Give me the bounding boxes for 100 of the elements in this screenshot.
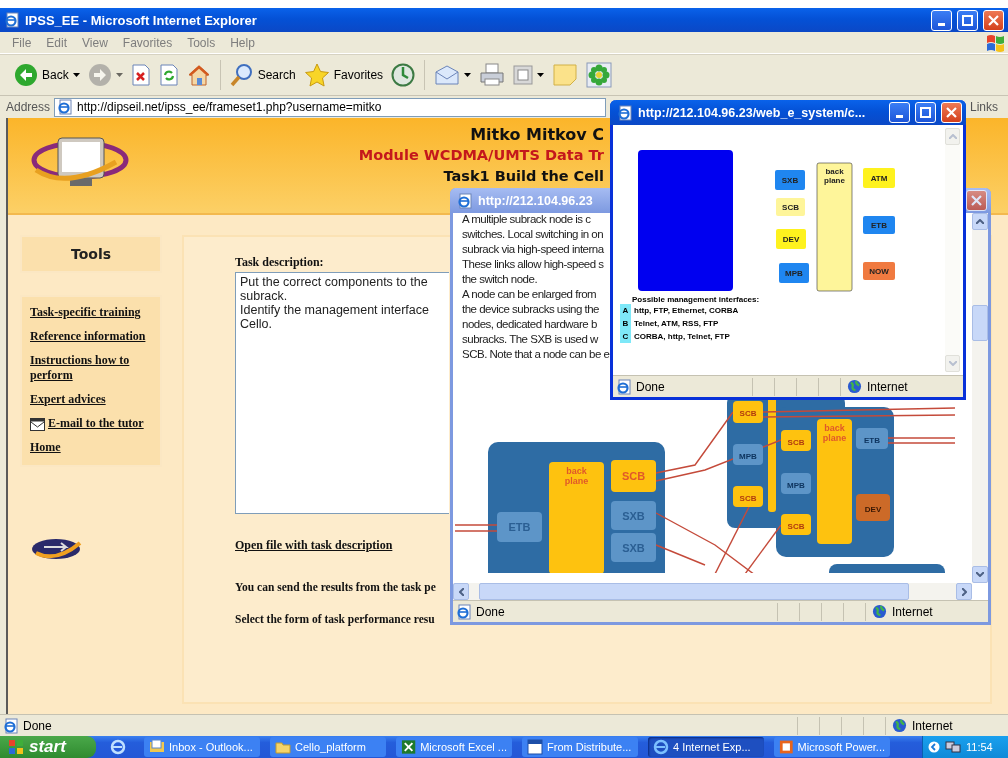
module-block: SCB [611, 460, 656, 492]
component-block[interactable]: ETB [863, 216, 895, 234]
menu-item[interactable]: Favorites [116, 35, 182, 50]
module-block: back plane [817, 419, 852, 544]
module-block: SCB [733, 401, 763, 423]
module-block: MPB [733, 444, 763, 465]
text-line: A multiple subrack node is c [462, 213, 591, 227]
status-text: Done [23, 718, 52, 733]
text-line: These links allow high-speed s [462, 257, 604, 272]
module-title: Module WCDMA/UMTS Data Tr [358, 146, 604, 165]
taskbar-button[interactable]: Microsoft Excel ... [396, 737, 512, 757]
open-file-link[interactable]: Open file with task description [235, 538, 393, 553]
envelope-icon [30, 418, 45, 431]
option-letter[interactable]: B [620, 317, 631, 330]
zone-text: Internet [867, 379, 908, 394]
search-button[interactable]: Search [227, 59, 298, 91]
page-icon [456, 603, 472, 620]
close-icon [988, 14, 999, 26]
component-block[interactable]: SXB [775, 170, 805, 190]
maximize-button[interactable] [957, 9, 978, 31]
maximize-button[interactable] [915, 102, 936, 123]
scroll-down-button[interactable] [972, 566, 988, 583]
user-name: Mitko Mitkov C [470, 124, 604, 145]
flower-button[interactable] [584, 59, 615, 91]
taskbar-button[interactable]: Cello_platform [270, 737, 386, 757]
chevron-icon[interactable] [928, 741, 940, 753]
nav-link[interactable]: Expert advices [30, 392, 106, 407]
app-icon [653, 739, 669, 755]
menu-item[interactable]: Tools [181, 35, 225, 50]
nav-link[interactable]: Instructions how to perform [30, 353, 152, 383]
app-icon [779, 739, 794, 755]
maximize-icon [962, 14, 973, 26]
address-label: Address [6, 100, 51, 114]
component-block[interactable]: ATM [863, 168, 895, 188]
text-line: subrack via high-speed interna [462, 242, 604, 257]
task-description-field[interactable]: Put the correct components to the subrack. Identify the management interface Cello. [235, 272, 449, 514]
search-icon [229, 63, 254, 87]
note-icon [552, 63, 579, 87]
nav-link[interactable]: Home [30, 440, 61, 455]
text-line: switches. Local switching in on [462, 227, 604, 242]
connection-line [887, 437, 955, 439]
taskbar-button[interactable]: From Distribute... [522, 737, 638, 757]
menu-item[interactable]: Help [224, 35, 264, 50]
browser-icon [4, 12, 20, 28]
scroll-left-button[interactable] [453, 583, 469, 600]
mail-icon [434, 64, 461, 86]
minimize-icon [938, 22, 945, 26]
page-icon [3, 717, 19, 734]
component-block[interactable]: NOW [863, 262, 895, 280]
taskbar-button[interactable]: Microsoft Power... [774, 737, 890, 757]
clock: 11:54 [966, 741, 993, 753]
scrollbar-thumb[interactable] [972, 305, 988, 341]
close-icon [971, 195, 982, 206]
zone-text: Internet [892, 604, 933, 619]
nav-link[interactable]: E-mail to the tutor [48, 416, 144, 431]
option-letter[interactable]: C [620, 330, 631, 343]
start-button[interactable]: start [0, 736, 96, 758]
nav-link[interactable]: Reference information [30, 329, 146, 344]
app-icon [149, 739, 165, 755]
text-line: the switch node. [462, 272, 538, 287]
scrollbar-thumb[interactable] [479, 583, 909, 600]
component-block[interactable]: SCB [776, 198, 805, 216]
favorites-button[interactable]: Favorites [301, 59, 386, 91]
network-icon[interactable] [945, 740, 961, 754]
nav-link[interactable]: Task-specific training [30, 305, 141, 320]
globe-icon [892, 718, 907, 733]
option-text: CORBA, http, Telnet, FTP [634, 332, 730, 341]
browser-icon [617, 104, 633, 121]
component-block[interactable]: DEV [776, 229, 806, 249]
back-button[interactable]: Back [12, 59, 82, 91]
browser-icon[interactable] [110, 739, 126, 755]
stop-icon [130, 64, 151, 86]
media-icon [391, 63, 416, 87]
home-icon [186, 64, 211, 86]
task-title: Task1 Build the Cell [443, 167, 604, 186]
caret-icon [537, 73, 545, 77]
option-letter[interactable]: A [620, 304, 631, 317]
taskbar-button[interactable]: Inbox - Outlook... [144, 737, 260, 757]
caret-icon [72, 73, 80, 77]
menu-item[interactable]: View [76, 35, 117, 50]
printer-icon [479, 63, 506, 87]
component-block[interactable]: back plane [816, 162, 853, 292]
links-button[interactable]: Links [970, 100, 998, 114]
close-button[interactable] [941, 102, 962, 123]
star-icon [303, 63, 330, 87]
text-line: the device subracks using the [462, 302, 599, 317]
scroll-right-button[interactable] [956, 583, 972, 600]
scroll-up-button[interactable] [972, 213, 988, 230]
close-button[interactable] [966, 190, 987, 211]
address-field[interactable]: http://dipseil.net/ipss_ee/frameset1.php?username=mitko [54, 97, 607, 117]
taskbar-button[interactable]: 4 Internet Exp... [648, 737, 764, 757]
menu-item[interactable]: Edit [40, 35, 77, 50]
component-block[interactable]: MPB [779, 263, 809, 283]
close-button[interactable] [983, 9, 1004, 31]
minimize-button[interactable] [931, 9, 952, 31]
text-line: SCB. Note that a node can be e [462, 347, 610, 362]
module-block: back plane [549, 462, 604, 573]
option-text: http, FTP, Ethernet, CORBA [634, 306, 739, 315]
minimize-button[interactable] [889, 102, 910, 123]
window-title: IPSS_EE - Microsoft Internet Explorer [25, 12, 258, 28]
